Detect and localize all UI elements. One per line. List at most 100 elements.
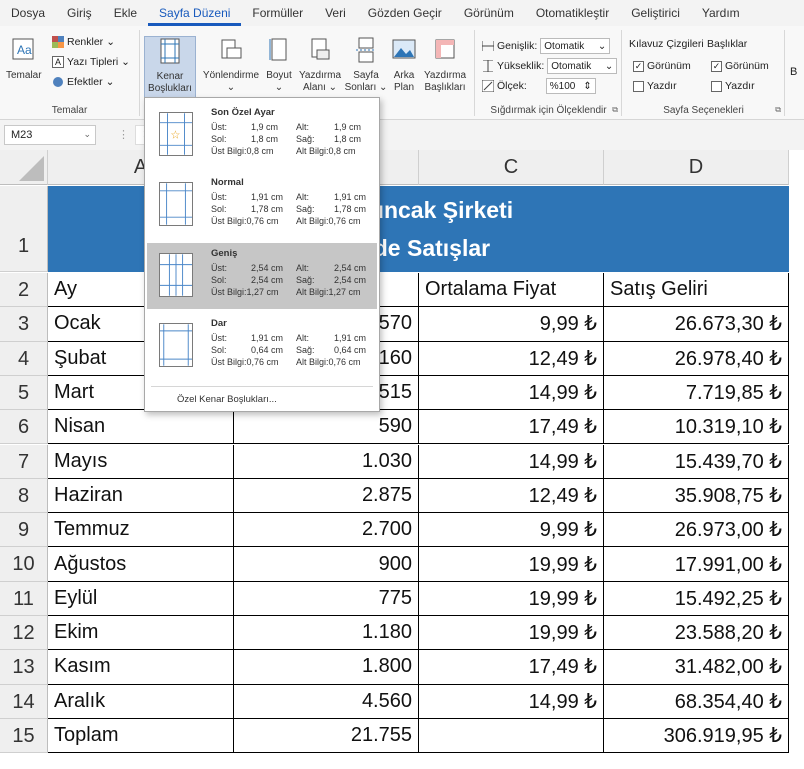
row-header[interactable]: 7 <box>0 444 48 479</box>
row-header[interactable]: 15 <box>0 718 48 754</box>
table-cell-c[interactable]: 19,99 ₺ <box>419 616 604 651</box>
tab-review[interactable]: Gözden Geçir <box>357 2 453 26</box>
table-cell-d[interactable]: 26.973,00 ₺ <box>604 513 789 548</box>
table-cell-a[interactable]: Nisan <box>48 410 234 445</box>
gridlines-print-checkbox[interactable]: Yazdır <box>633 80 677 92</box>
table-cell-c[interactable]: 19,99 ₺ <box>419 547 604 582</box>
table-cell-a[interactable]: Mayıs <box>48 444 234 479</box>
table-cell-b[interactable]: 2.875 <box>234 478 419 514</box>
table-cell-d[interactable]: 68.354,40 ₺ <box>604 684 789 719</box>
table-cell-d[interactable]: 15.492,25 ₺ <box>604 581 789 616</box>
table-cell-c[interactable]: 17,49 ₺ <box>419 410 604 445</box>
tab-file[interactable]: Dosya <box>0 2 56 26</box>
table-cell-c[interactable]: 9,99 ₺ <box>419 307 604 342</box>
height-select[interactable]: Otomatik ⌄ <box>547 58 618 74</box>
table-cell-c[interactable]: 9,99 ₺ <box>419 513 604 548</box>
breaks-button[interactable]: Sayfa Sonları ⌄ <box>343 36 389 94</box>
table-cell-a[interactable]: Aralık <box>48 684 234 719</box>
dialog-launcher-icon[interactable]: ⧉ <box>612 105 618 115</box>
background-button[interactable]: Arka Plan <box>389 36 419 94</box>
margin-option[interactable]: Normal Üst: 1,91 cm Alt: 1,91 cm Sol: 1,78 cm S… <box>147 172 377 238</box>
table-cell-c[interactable]: Ortalama Fiyat <box>419 273 604 308</box>
table-cell-b[interactable]: 590 <box>234 410 419 445</box>
table-cell-b[interactable]: 4.560 <box>234 684 419 719</box>
custom-margins-menu-item[interactable]: Özel Kenar Boşlukları... <box>177 394 277 405</box>
margin-option[interactable]: Dar Üst: 1,91 cm Alt: 1,91 cm Sol: 0,64 cm Sağ:… <box>147 313 377 379</box>
table-cell-c[interactable]: 14,99 ₺ <box>419 684 604 719</box>
themes-button[interactable]: Aa Temalar <box>6 36 42 82</box>
headings-print-checkbox[interactable]: Yazdır <box>711 80 755 92</box>
table-cell-d[interactable]: 10.319,10 ₺ <box>604 410 789 445</box>
table-cell-b[interactable]: 2.700 <box>234 513 419 548</box>
row-header[interactable]: 12 <box>0 616 48 651</box>
tab-developer[interactable]: Geliştirici <box>620 2 691 26</box>
row-header[interactable]: 5 <box>0 375 48 411</box>
tab-home[interactable]: Giriş <box>56 2 103 26</box>
table-cell-b[interactable]: 775 <box>234 581 419 616</box>
table-cell-c[interactable]: 14,99 ₺ <box>419 444 604 479</box>
table-cell-b[interactable]: 1.180 <box>234 616 419 651</box>
tab-help[interactable]: Yardım <box>691 2 751 26</box>
table-cell-c[interactable]: 19,99 ₺ <box>419 581 604 616</box>
table-cell-b[interactable]: 21.755 <box>234 718 419 754</box>
table-cell-b[interactable]: 1.030 <box>234 444 419 479</box>
tab-insert[interactable]: Ekle <box>103 2 148 26</box>
print-area-button[interactable]: Yazdırma Alanı ⌄ <box>297 36 343 94</box>
headings-view-checkbox[interactable]: ✓ Görünüm <box>711 60 769 72</box>
size-button[interactable]: Boyut ⌄ <box>263 36 295 94</box>
table-cell-a[interactable]: Toplam <box>48 718 234 754</box>
table-cell-d[interactable]: 26.673,30 ₺ <box>604 307 789 342</box>
table-cell-c[interactable]: 17,49 ₺ <box>419 650 604 685</box>
row-header[interactable]: 13 <box>0 650 48 685</box>
tab-formulas[interactable]: Formüller <box>241 2 314 26</box>
row-header[interactable]: 6 <box>0 410 48 445</box>
effects-button[interactable]: Efektler ⌄ <box>52 76 114 88</box>
margin-option[interactable]: Geniş Üst: 2,54 cm Alt: 2,54 cm Sol: 2,54 cm Sa… <box>147 243 377 309</box>
table-cell-c[interactable]: 12,49 ₺ <box>419 478 604 514</box>
dialog-launcher-icon[interactable]: ⧉ <box>775 105 781 115</box>
row-header[interactable]: 1 <box>0 186 48 272</box>
scale-stepper[interactable]: %100 ⇕ <box>545 78 596 94</box>
table-cell-a[interactable]: Eylül <box>48 581 234 616</box>
table-cell-b[interactable]: 1.800 <box>234 650 419 685</box>
column-header-c[interactable]: C <box>419 150 604 185</box>
table-cell-b[interactable]: 900 <box>234 547 419 582</box>
table-cell-d[interactable]: 306.919,95 ₺ <box>604 718 789 754</box>
colors-button[interactable]: Renkler ⌄ <box>52 36 115 48</box>
tab-automate[interactable]: Otomatikleştir <box>525 2 620 26</box>
row-header[interactable]: 14 <box>0 684 48 719</box>
row-header[interactable]: 9 <box>0 513 48 548</box>
row-header[interactable]: 8 <box>0 478 48 514</box>
table-cell-a[interactable]: Temmuz <box>48 513 234 548</box>
table-cell-a[interactable]: Ekim <box>48 616 234 651</box>
table-cell-d[interactable]: 17.991,00 ₺ <box>604 547 789 582</box>
table-cell-a[interactable]: Kasım <box>48 650 234 685</box>
gridlines-view-checkbox[interactable]: ✓ Görünüm <box>633 60 691 72</box>
table-cell-a[interactable]: Haziran <box>48 478 234 514</box>
tab-view[interactable]: Görünüm <box>453 2 525 26</box>
table-cell-d[interactable]: 31.482,00 ₺ <box>604 650 789 685</box>
column-header-d[interactable]: D <box>604 150 789 185</box>
row-header[interactable]: 10 <box>0 547 48 582</box>
table-cell-d[interactable]: 23.588,20 ₺ <box>604 616 789 651</box>
table-cell-d[interactable]: 15.439,70 ₺ <box>604 444 789 479</box>
table-cell-c[interactable] <box>419 718 604 754</box>
row-header[interactable]: 4 <box>0 341 48 376</box>
margin-option[interactable]: ☆ Son Özel Ayar Üst: 1,9 cm Alt: 1,9 cm Sol: 1,… <box>147 102 377 168</box>
table-cell-d[interactable]: 7.719,85 ₺ <box>604 375 789 411</box>
orientation-button[interactable]: Yönlendirme ⌄ <box>201 36 261 94</box>
margins-button[interactable]: Kenar Boşlukları <box>144 36 196 98</box>
table-cell-a[interactable]: Ağustos <box>48 547 234 582</box>
print-titles-button[interactable]: Yazdırma Başlıkları <box>421 36 469 94</box>
table-cell-d[interactable]: 35.908,75 ₺ <box>604 478 789 514</box>
tab-data[interactable]: Veri <box>314 2 357 26</box>
table-cell-d[interactable]: Satış Geliri <box>604 273 789 308</box>
row-header[interactable]: 2 <box>0 273 48 308</box>
table-cell-c[interactable]: 12,49 ₺ <box>419 341 604 376</box>
fonts-button[interactable]: A Yazı Tipleri ⌄ <box>52 56 130 68</box>
table-cell-d[interactable]: 26.978,40 ₺ <box>604 341 789 376</box>
tab-page-layout[interactable]: Sayfa Düzeni <box>148 2 242 26</box>
width-select[interactable]: Otomatik ⌄ <box>540 38 611 54</box>
select-all-corner[interactable] <box>0 150 48 185</box>
table-cell-c[interactable]: 14,99 ₺ <box>419 375 604 411</box>
